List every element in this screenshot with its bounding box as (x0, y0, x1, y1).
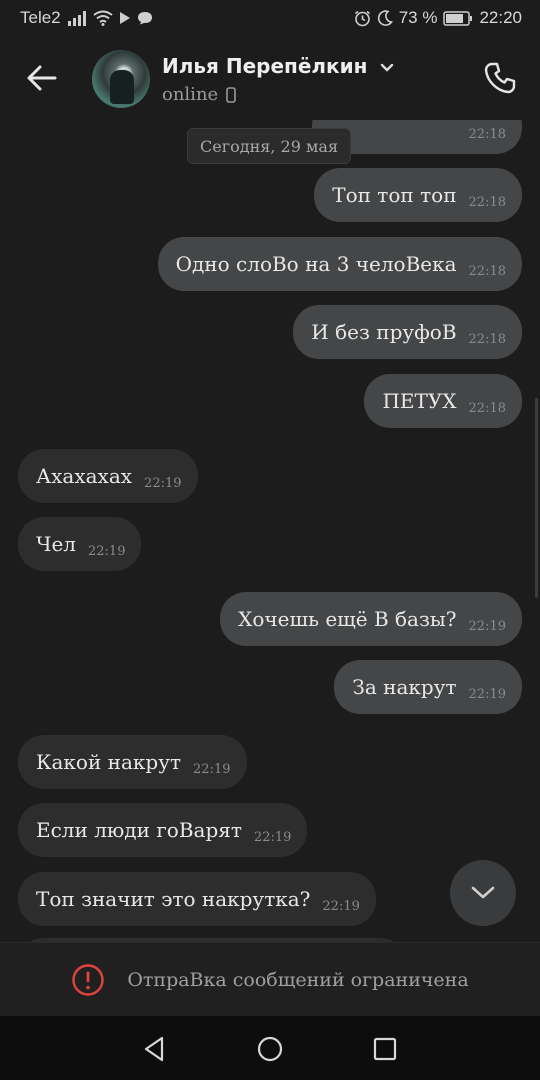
date-separator: Сегодня, 29 мая (187, 128, 352, 164)
message-time: 22:18 (468, 400, 506, 416)
message-text: Топ топ топ (332, 183, 457, 207)
online-status: online (162, 84, 219, 105)
play-icon (119, 11, 131, 25)
message-bubble-outgoing[interactable]: Одно слоВо на 3 челоВека 22:18 (157, 237, 522, 291)
restriction-text: ОтпраВка сообщений ограничена (127, 969, 469, 991)
status-bar: Tele2 73 % 22:20 (0, 0, 540, 36)
message-text: И без пруфоВ (311, 320, 457, 344)
scroll-to-bottom-button[interactable] (450, 860, 516, 926)
back-button[interactable] (22, 58, 62, 98)
message-time: 22:18 (468, 331, 506, 347)
moon-icon (377, 10, 393, 26)
call-button[interactable] (480, 58, 520, 98)
message-time: 22:19 (193, 761, 231, 777)
avatar[interactable] (92, 50, 150, 108)
messaging-restricted-banner: ОтпраВка сообщений ограничена (0, 942, 540, 1017)
clock-time: 22:20 (479, 8, 522, 27)
message-text: Если люди гоВарят (36, 818, 242, 842)
scrollbar-thumb[interactable] (535, 398, 538, 598)
message-bubble-incoming[interactable]: Ахахахах 22:19 (18, 449, 198, 503)
message-time: 22:19 (253, 829, 292, 845)
message-text: Ахахахах (36, 464, 133, 488)
message-bubble-incoming[interactable]: Чел 22:19 (18, 517, 142, 571)
message-bubble-incoming[interactable]: Какой накрут 22:19 (18, 735, 247, 789)
message-bubble-outgoing[interactable]: За накрут 22:19 (334, 660, 522, 714)
message-icon (137, 11, 153, 25)
alarm-icon (354, 10, 371, 27)
message-time: 22:19 (322, 898, 360, 914)
message-text: ПЕТУХ (382, 389, 457, 413)
arrow-left-icon (27, 65, 57, 91)
phone-icon (484, 62, 516, 94)
message-text: Топ значит это накрутка? (36, 887, 311, 911)
message-time: 22:18 (468, 263, 506, 279)
chat-header: Илья Перепёлкин online (0, 36, 540, 120)
carrier-label: Tele2 (20, 8, 61, 27)
circle-home-icon (257, 1036, 283, 1062)
message-bubble-outgoing[interactable]: И без пруфоВ 22:18 (293, 305, 522, 359)
message-text: Одно слоВо на 3 челоВека (175, 252, 457, 276)
contact-name-button[interactable]: Илья Перепёлкин (162, 54, 394, 78)
square-recents-icon (373, 1037, 397, 1061)
message-time: 22:19 (468, 618, 506, 634)
contact-name: Илья Перепёлкин (162, 54, 368, 78)
message-text: Хочешь ещё В базы? (238, 607, 457, 631)
message-bubble-incoming[interactable]: Топ значит это накрутка? 22:19 (18, 872, 376, 926)
message-time: 22:19 (88, 543, 126, 559)
chevron-down-icon (381, 63, 394, 72)
exclamation-circle-icon (72, 964, 105, 996)
wifi-icon (93, 10, 113, 26)
message-time: 22:18 (468, 194, 506, 210)
message-bubble-incoming[interactable]: Если люди гоВарят 22:19 (18, 803, 308, 857)
battery-icon (443, 10, 473, 26)
nav-home-button[interactable] (255, 1034, 285, 1064)
battery-percent: 73 % (398, 8, 438, 27)
chevron-down-icon (471, 886, 495, 899)
message-list[interactable]: 22:18 Сегодня, 29 мая Топ топ топ 22:18 … (0, 120, 540, 942)
message-bubble-outgoing[interactable]: Топ топ топ 22:18 (314, 168, 522, 222)
signal-icon (67, 10, 87, 26)
message-time: 22:19 (144, 475, 182, 491)
nav-recents-button[interactable] (370, 1034, 400, 1064)
message-bubble-outgoing[interactable]: ПЕТУХ 22:18 (364, 374, 522, 428)
message-time: 22:18 (468, 126, 506, 142)
system-navigation-bar (0, 1016, 540, 1080)
message-bubble-outgoing[interactable]: Хочешь ещё В базы? 22:19 (220, 592, 522, 646)
mobile-device-icon (226, 86, 237, 103)
message-time: 22:19 (468, 686, 506, 702)
presence-status: online (162, 84, 237, 105)
message-text: За накрут (352, 675, 457, 699)
nav-back-button[interactable] (140, 1034, 170, 1064)
message-text: Какой накрут (36, 750, 182, 774)
message-text: Чел (36, 532, 76, 556)
triangle-back-icon (144, 1036, 164, 1062)
